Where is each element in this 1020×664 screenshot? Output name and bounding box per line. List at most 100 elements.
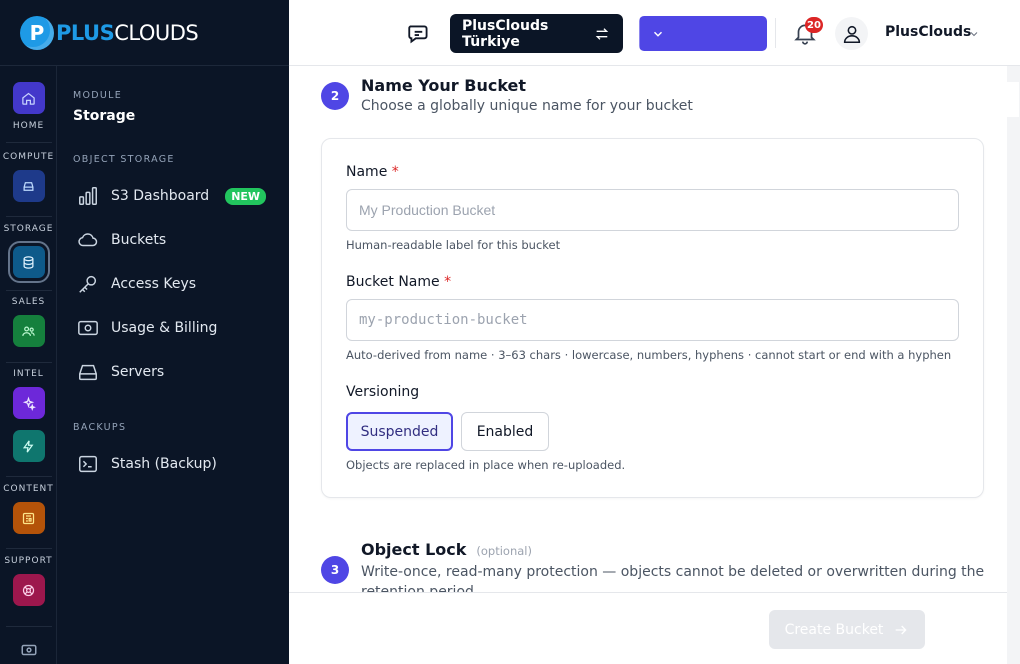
rail-storage-button[interactable] bbox=[7, 241, 50, 283]
bucket-input-placeholder: my-production-bucket bbox=[359, 312, 528, 328]
rail-support[interactable]: SUPPORT bbox=[0, 556, 57, 606]
chevron-down-icon[interactable] bbox=[968, 28, 980, 40]
rail-compute-button[interactable] bbox=[12, 170, 45, 202]
newspaper-icon bbox=[22, 512, 35, 524]
section-label-backups: BACKUPS bbox=[73, 422, 127, 433]
sidebar-item-label: Stash (Backup) bbox=[111, 456, 217, 472]
rail-divider bbox=[6, 548, 52, 549]
required-mark: * bbox=[391, 164, 399, 180]
notification-count-badge: 20 bbox=[805, 17, 823, 33]
bucket-name-input[interactable]: my-production-bucket bbox=[346, 299, 959, 341]
logo-text-plus: PLUS bbox=[56, 20, 115, 45]
bucket-name-hint: Auto-derived from name · 3–63 chars · lo… bbox=[346, 348, 952, 362]
sidebar-item-servers[interactable]: Servers bbox=[77, 358, 164, 386]
sparkles-icon bbox=[22, 396, 36, 411]
avatar[interactable] bbox=[835, 17, 868, 50]
versioning-enabled-option[interactable]: Enabled bbox=[461, 412, 549, 451]
module-label: MODULE bbox=[73, 90, 123, 101]
sidebar-item-label: Usage & Billing bbox=[111, 320, 218, 336]
rail-content-button[interactable] bbox=[12, 502, 45, 534]
name-hint: Human-readable label for this bucket bbox=[346, 238, 561, 252]
sidebar-item-buckets[interactable]: Buckets bbox=[77, 226, 166, 254]
rail-support-button[interactable] bbox=[12, 574, 45, 606]
rail-home-button[interactable] bbox=[12, 82, 45, 114]
drive-icon bbox=[23, 181, 34, 191]
rail-home-label: HOME bbox=[12, 121, 45, 131]
rail-sales-label: SALES bbox=[11, 297, 46, 307]
rail-divider bbox=[6, 362, 52, 363]
rail-automation-button[interactable] bbox=[12, 430, 45, 462]
step-title: Object Lock (optional) bbox=[361, 540, 532, 559]
rail-support-label: SUPPORT bbox=[4, 556, 53, 566]
user-name[interactable]: PlusClouds bbox=[885, 24, 971, 40]
name-input[interactable]: My Production Bucket bbox=[346, 189, 959, 231]
create-dropdown-toggle[interactable] bbox=[639, 16, 676, 51]
main-content: 2 Name Your Bucket Choose a globally uni… bbox=[289, 66, 1007, 592]
step-subtitle: Write-once, read-many protection — objec… bbox=[361, 564, 985, 592]
rail-compute-label: COMPUTE bbox=[2, 152, 55, 162]
users-icon bbox=[22, 326, 35, 336]
rail-intel[interactable]: INTEL bbox=[0, 369, 57, 462]
required-mark: * bbox=[444, 274, 452, 290]
rail-intel-button[interactable] bbox=[12, 387, 45, 419]
terminal-icon bbox=[79, 455, 97, 473]
rail-content-label: CONTENT bbox=[3, 484, 54, 494]
home-icon bbox=[22, 92, 35, 105]
rail-storage[interactable]: STORAGE bbox=[0, 224, 57, 283]
step-title: Name Your Bucket bbox=[361, 76, 527, 95]
lightning-icon bbox=[22, 440, 34, 452]
brand-logo[interactable]: P PLUS CLOUDS bbox=[0, 0, 289, 66]
module-rail: HOME COMPUTE STORAGE SALES INTEL CONTENT bbox=[0, 0, 57, 664]
arrow-right-icon bbox=[896, 625, 908, 634]
versioning-suspended-option[interactable]: Suspended bbox=[346, 412, 453, 451]
sidebar-item-access-keys[interactable]: Access Keys bbox=[77, 270, 196, 298]
rail-compute[interactable]: COMPUTE bbox=[0, 152, 57, 202]
object-lock-title: Object Lock bbox=[361, 540, 467, 559]
rail-divider bbox=[6, 476, 52, 477]
name-field-label: Name * bbox=[346, 164, 399, 180]
banknote-icon bbox=[78, 320, 98, 336]
rail-billing-button[interactable] bbox=[19, 641, 39, 659]
bar-chart-icon bbox=[79, 187, 97, 205]
create-bucket-button[interactable]: Create Bucket bbox=[769, 610, 925, 649]
sidebar-item-s3-dashboard[interactable]: S3 Dashboard NEW bbox=[77, 182, 267, 210]
rail-divider bbox=[6, 290, 52, 291]
sidebar-item-label: Buckets bbox=[111, 232, 167, 248]
versioning-hint: Objects are replaced in place when re-up… bbox=[346, 458, 626, 472]
create-bucket-label: Create Bucket bbox=[784, 621, 884, 638]
rail-sales[interactable]: SALES bbox=[0, 297, 57, 347]
module-name: Storage bbox=[73, 108, 136, 124]
database-icon bbox=[23, 255, 34, 269]
sidebar-item-stash-backup[interactable]: Stash (Backup) bbox=[77, 450, 217, 478]
rail-sales-button[interactable] bbox=[12, 315, 45, 347]
chat-icon[interactable] bbox=[406, 21, 432, 47]
rail-intel-label: INTEL bbox=[13, 369, 44, 379]
versioning-label: Versioning bbox=[346, 384, 420, 400]
logo-wordmark: PLUS CLOUDS bbox=[56, 20, 199, 45]
rail-divider bbox=[6, 216, 52, 217]
create-button-label: Create bbox=[964, 91, 1011, 108]
bucket-name-field-label: Bucket Name * bbox=[346, 274, 451, 290]
scrollbar[interactable] bbox=[1007, 66, 1020, 664]
logo-mark: P bbox=[20, 15, 54, 50]
bucket-label-text: Bucket Name bbox=[346, 274, 440, 290]
module-sidebar: MODULE Storage OBJECT STORAGE S3 Dashboa… bbox=[57, 66, 289, 664]
section-label-object-storage: OBJECT STORAGE bbox=[73, 154, 175, 165]
logo-text-clouds: CLOUDS bbox=[114, 20, 199, 45]
check-icon bbox=[941, 95, 953, 104]
step-subtitle: Choose a globally unique name for your b… bbox=[361, 98, 693, 114]
chevron-down-icon bbox=[653, 31, 663, 37]
sidebar-item-label: S3 Dashboard bbox=[111, 188, 210, 204]
banknote-icon bbox=[21, 644, 37, 656]
create-button-group: Create bbox=[639, 16, 1019, 117]
tenant-switcher-button[interactable]: PlusClouds Türkiye bbox=[450, 14, 623, 53]
optional-tag: (optional) bbox=[476, 544, 532, 558]
new-badge: NEW bbox=[225, 187, 267, 205]
divider bbox=[775, 18, 776, 48]
rail-home[interactable]: HOME bbox=[0, 82, 57, 132]
sidebar-item-usage-billing[interactable]: Usage & Billing bbox=[77, 314, 217, 342]
rail-content[interactable]: CONTENT bbox=[0, 484, 57, 534]
name-label-text: Name bbox=[346, 164, 388, 180]
top-bar: PlusClouds Türkiye Create 20 PlusClouds bbox=[289, 0, 1020, 117]
create-button[interactable]: Create bbox=[928, 82, 1019, 117]
